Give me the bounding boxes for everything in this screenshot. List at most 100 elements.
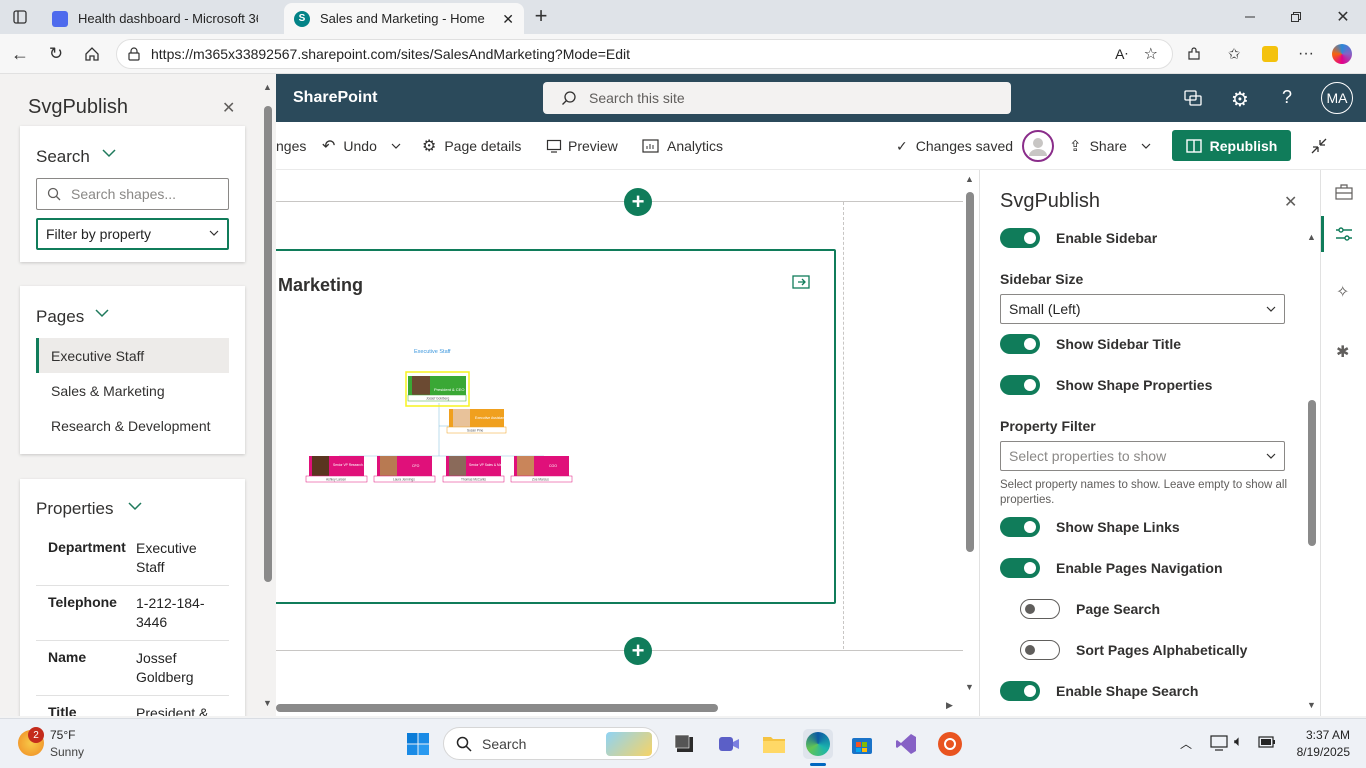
site-search-box[interactable]: Search this site (543, 82, 1011, 114)
minimize-icon[interactable] (1236, 3, 1264, 31)
page-item-research-development[interactable]: Research & Development (36, 408, 229, 443)
discard-changes-button[interactable]: nges (276, 122, 306, 170)
scroll-up-arrow[interactable]: ▲ (1307, 232, 1316, 242)
enable-shape-search-toggle[interactable] (1000, 681, 1040, 701)
help-icon[interactable]: ? (1282, 87, 1292, 108)
tab-sales-marketing[interactable]: S Sales and Marketing - Home ✕ (284, 3, 524, 34)
weather-temp: 75°F (50, 728, 76, 742)
enable-pages-navigation-toggle[interactable] (1000, 558, 1040, 578)
ubuntu-icon[interactable] (935, 729, 965, 759)
sort-pages-toggle[interactable] (1020, 640, 1060, 660)
scroll-up-arrow[interactable]: ▲ (965, 174, 974, 184)
add-section-button[interactable]: + (624, 637, 652, 665)
scroll-up-arrow[interactable]: ▲ (263, 82, 272, 92)
favorite-star-icon[interactable]: ☆ (1144, 44, 1158, 64)
toggle-label: Show Shape Links (1056, 519, 1180, 535)
undo-button[interactable]: ↶ Undo (322, 122, 377, 170)
chat-people-icon[interactable] (1183, 88, 1203, 108)
accessibility-icon[interactable]: ✱ (1336, 342, 1349, 362)
clock-date[interactable]: 8/19/2025 (1285, 745, 1350, 759)
chevron-down-icon[interactable] (95, 308, 109, 318)
microsoft-store-icon[interactable] (847, 729, 877, 759)
battery-icon[interactable] (1258, 735, 1276, 749)
sharepoint-brand[interactable]: SharePoint (293, 89, 377, 107)
enable-sidebar-toggle[interactable] (1000, 228, 1040, 248)
sidebar-size-dropdown[interactable]: Small (Left) (1000, 294, 1285, 324)
org-node-assistant[interactable]: Executive Assistant Susan Pine (446, 409, 507, 434)
add-section-button[interactable]: + (624, 188, 652, 216)
org-node-top[interactable]: President & CEO Jossef Goldberg (405, 371, 470, 407)
search-input[interactable]: Search shapes... (36, 178, 229, 210)
preview-button[interactable]: Preview (546, 122, 618, 170)
org-node-report-2[interactable]: CFO Laura Jennings (373, 456, 436, 483)
org-node-report-3[interactable]: Senior VP Sales & Marketing Thomas McCan… (442, 456, 512, 483)
chevron-up-icon[interactable]: ︿ (1180, 735, 1192, 752)
scroll-down-arrow[interactable]: ▼ (965, 682, 974, 692)
file-explorer-icon[interactable] (759, 729, 789, 759)
show-sidebar-title-toggle[interactable] (1000, 334, 1040, 354)
show-shape-properties-toggle[interactable] (1000, 375, 1040, 395)
chevron-down-icon[interactable] (128, 501, 142, 511)
org-node-report-4[interactable]: COO Zoe Marcus (510, 456, 573, 483)
home-icon[interactable] (78, 40, 106, 68)
coauthor-avatar[interactable] (1022, 130, 1054, 162)
scroll-right-arrow[interactable]: ▶ (946, 700, 953, 711)
properties-settings-icon[interactable] (1335, 226, 1353, 242)
tab-health-dashboard[interactable]: Health dashboard - Microsoft 365 (42, 3, 282, 34)
new-tab-button[interactable]: + (527, 2, 555, 30)
toolbox-icon[interactable] (1335, 184, 1353, 200)
close-tab-icon[interactable]: ✕ (502, 11, 514, 28)
teams-meet-icon[interactable] (714, 729, 744, 759)
more-options-icon[interactable]: ··· (1292, 40, 1320, 68)
extensions-icon[interactable] (1180, 40, 1208, 68)
close-window-icon[interactable]: ✕ (1329, 3, 1357, 31)
visual-studio-icon[interactable] (891, 729, 921, 759)
device-icon[interactable] (1210, 735, 1228, 751)
page-item-sales-marketing[interactable]: Sales & Marketing (36, 373, 229, 408)
task-view-icon[interactable] (669, 729, 699, 759)
sidebar-scrollbar-thumb[interactable] (264, 106, 272, 582)
close-sidebar-icon[interactable]: ✕ (222, 98, 235, 118)
back-icon[interactable]: ← (6, 40, 34, 68)
open-in-viewer-icon[interactable] (792, 275, 810, 289)
read-aloud-icon[interactable]: Aᐧ (1115, 46, 1128, 63)
clock-time[interactable]: 3:37 AM (1290, 728, 1350, 742)
url-field[interactable]: https://m365x33892567.sharepoint.com/sit… (116, 39, 1173, 69)
start-windows-icon[interactable] (403, 729, 433, 759)
button-label: Page details (444, 138, 522, 154)
favorites-icon[interactable]: ✩ (1220, 40, 1248, 68)
canvas-horizontal-scrollbar[interactable] (276, 704, 718, 712)
pages-card: Pages Executive Staff Sales & Marketing … (20, 286, 245, 454)
volume-icon[interactable]: 🔈︎ (1234, 733, 1243, 750)
chevron-down-icon[interactable] (102, 148, 116, 158)
copilot-icon[interactable] (1328, 40, 1356, 68)
gear-icon[interactable]: ⚙ (1231, 87, 1249, 112)
profile-extension-icon[interactable] (1256, 40, 1284, 68)
share-button[interactable]: ⇪ Share (1069, 122, 1151, 170)
close-pane-icon[interactable]: ✕ (1284, 192, 1297, 212)
analytics-button[interactable]: Analytics (642, 122, 723, 170)
scroll-down-arrow[interactable]: ▼ (1307, 700, 1316, 710)
profile-avatar[interactable]: MA (1321, 82, 1353, 114)
tab-actions-icon[interactable] (6, 3, 34, 31)
scroll-down-arrow[interactable]: ▼ (263, 698, 272, 708)
node-name: Thomas McCants (461, 478, 486, 482)
show-shape-links-toggle[interactable] (1000, 517, 1040, 537)
design-ideas-icon[interactable]: ✧ (1336, 282, 1349, 302)
collapse-icon[interactable] (1310, 137, 1328, 155)
page-label: Research & Development (51, 417, 211, 434)
republish-button[interactable]: Republish (1172, 130, 1291, 161)
canvas-vertical-scrollbar[interactable] (966, 192, 974, 552)
undo-more-chevron[interactable] (391, 122, 401, 170)
refresh-icon[interactable]: ↻ (42, 40, 70, 68)
page-search-toggle[interactable] (1020, 599, 1060, 619)
pane-scrollbar[interactable] (1308, 400, 1316, 546)
restore-icon[interactable] (1282, 3, 1310, 31)
edge-browser-icon[interactable] (803, 729, 833, 759)
page-details-button[interactable]: ⚙ Page details (422, 122, 521, 170)
page-item-executive-staff[interactable]: Executive Staff (36, 338, 229, 373)
filter-by-property-dropdown[interactable]: Filter by property (36, 218, 229, 250)
property-filter-dropdown[interactable]: Select properties to show (1000, 441, 1285, 471)
taskbar-search[interactable]: Search (443, 727, 659, 760)
svgpublish-webpart[interactable]: Marketing Executive Staff President & CE… (276, 249, 836, 604)
